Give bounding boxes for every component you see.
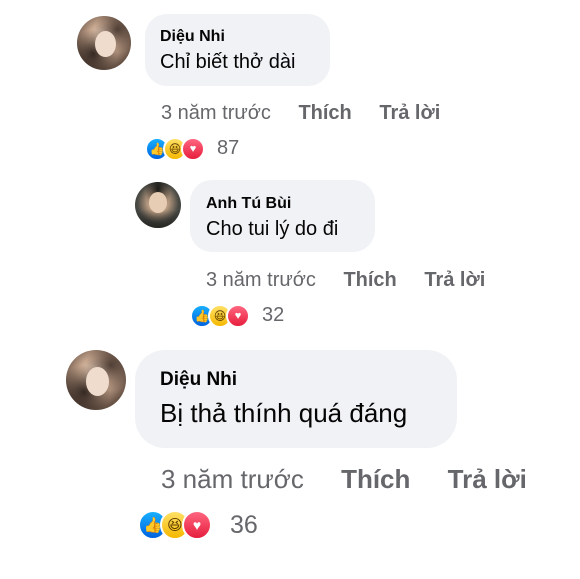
comment-text: Cho tui lý do đi xyxy=(206,218,339,240)
avatar[interactable] xyxy=(66,350,126,410)
love-icon: ♥ xyxy=(226,304,250,328)
comment-2: Anh Tú Bùi Cho tui lý do đi 3 năm trước … xyxy=(0,170,580,335)
reaction-count: 36 xyxy=(230,511,258,539)
reply-button[interactable]: Trả lời xyxy=(448,464,527,494)
comment-time[interactable]: 3 năm trước xyxy=(206,269,316,291)
comment-time[interactable]: 3 năm trước xyxy=(161,464,304,494)
avatar-face xyxy=(148,192,168,213)
comment-text: Chỉ biết thở dài xyxy=(160,51,296,73)
reply-button[interactable]: Trả lời xyxy=(379,102,440,124)
like-button[interactable]: Thích xyxy=(341,464,410,494)
avatar[interactable] xyxy=(77,16,131,70)
reactions-summary[interactable]: 👍 😆 ♥ 87 xyxy=(145,137,265,163)
comment-author[interactable]: Diệu Nhi xyxy=(160,369,237,391)
avatar-face xyxy=(86,366,110,396)
comment-bubble xyxy=(145,14,330,86)
love-icon: ♥ xyxy=(182,510,212,540)
comment-meta: 3 năm trước Thích Trả lời xyxy=(161,102,440,125)
comment-author[interactable]: Anh Tú Bùi xyxy=(206,195,291,213)
love-icon: ♥ xyxy=(181,137,205,161)
like-button[interactable]: Thích xyxy=(343,269,396,291)
comment-bubble xyxy=(190,180,375,252)
like-button[interactable]: Thích xyxy=(298,102,351,124)
comment-time[interactable]: 3 năm trước xyxy=(161,102,271,124)
reactions-summary[interactable]: 👍 😆 ♥ 32 xyxy=(190,304,310,330)
reply-button[interactable]: Trả lời xyxy=(424,269,485,291)
comment-meta: 3 năm trước Thích Trả lời xyxy=(161,464,527,495)
comment-text: Bị thả thính quá đáng xyxy=(160,398,408,428)
reactions-summary[interactable]: 👍 😆 ♥ 36 xyxy=(138,510,288,542)
comment-meta: 3 năm trước Thích Trả lời xyxy=(206,269,485,292)
reaction-count: 87 xyxy=(217,137,240,159)
avatar-face xyxy=(95,31,116,58)
comment-3: Diệu Nhi Bị thả thính quá đáng 3 năm trư… xyxy=(0,340,580,579)
comment-1: Diệu Nhi Chỉ biết thở dài 3 năm trước Th… xyxy=(0,0,580,170)
comment-author[interactable]: Diệu Nhi xyxy=(160,28,225,46)
avatar[interactable] xyxy=(135,182,181,228)
reaction-count: 32 xyxy=(262,304,285,326)
